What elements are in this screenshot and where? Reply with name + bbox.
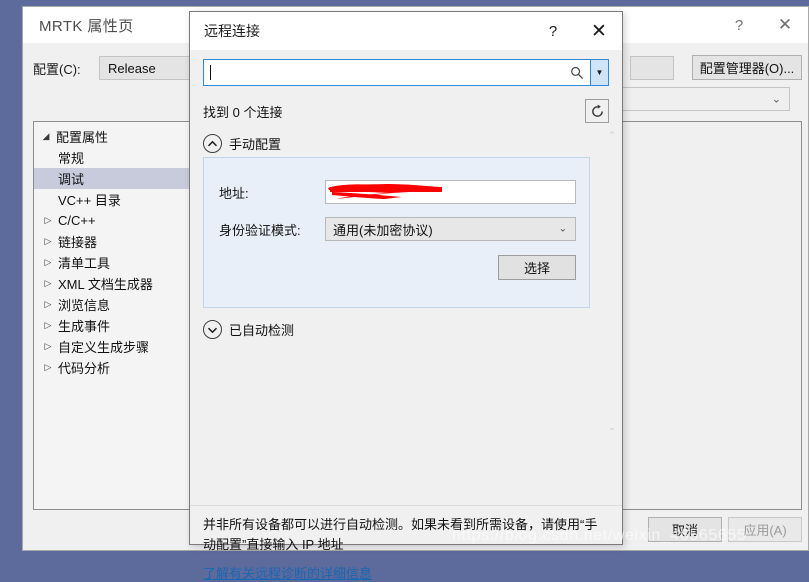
chevron-down-circle-icon — [203, 320, 222, 339]
tree-item-xml-doc-generator[interactable]: ▷ XML 文档生成器 — [34, 273, 212, 294]
remote-connection-dialog: 远程连接 ? ✕ ▼ 找到 0 个连接 ⌃ ⌄ 手动配置 地址: 身份验证模式:… — [189, 11, 623, 581]
tree-item-label: C/C++ — [58, 213, 96, 228]
tree-item-c-cpp[interactable]: ▷ C/C++ — [34, 210, 212, 231]
chevron-up-circle-icon — [203, 134, 222, 153]
auto-detected-expander[interactable]: 已自动检测 — [203, 320, 294, 339]
help-icon[interactable]: ? — [530, 12, 576, 50]
address-field[interactable] — [325, 180, 576, 204]
triangle-collapsed-icon[interactable]: ▷ — [40, 236, 56, 247]
content-scrollbar[interactable]: ⌃ ⌄ — [604, 128, 620, 434]
manual-config-label: 手动配置 — [229, 137, 282, 152]
search-dropdown-button[interactable]: ▼ — [590, 60, 608, 85]
auto-detected-label: 已自动检测 — [229, 323, 295, 338]
configuration-manager-button[interactable]: 配置管理器(O)... — [692, 55, 802, 80]
platform-select-small[interactable] — [630, 56, 674, 80]
tree-item-linker[interactable]: ▷ 链接器 — [34, 231, 212, 252]
tree-item-manifest-tool[interactable]: ▷ 清单工具 — [34, 252, 212, 273]
tree-item-vcpp-directories[interactable]: VC++ 目录 — [34, 189, 212, 210]
tree-item-code-analysis[interactable]: ▷ 代码分析 — [34, 357, 212, 378]
triangle-expanded-icon: ◢ — [42, 131, 50, 141]
manual-config-expander[interactable]: 手动配置 — [203, 134, 281, 153]
triangle-collapsed-icon[interactable]: ▷ — [40, 215, 56, 226]
triangle-collapsed-icon[interactable]: ▷ — [40, 320, 56, 331]
found-row: 找到 0 个连接 — [203, 98, 609, 124]
page-title: MRTK 属性页 — [39, 17, 134, 35]
tree-item-label: 清单工具 — [58, 256, 111, 271]
triangle-collapsed-icon[interactable]: ▷ — [40, 278, 56, 289]
triangle-collapsed-icon[interactable]: ▷ — [40, 299, 56, 310]
address-label: 地址: — [219, 185, 249, 201]
search-box[interactable]: ▼ — [203, 59, 609, 86]
address-row: 地址: — [219, 180, 576, 204]
chevron-down-icon: ▼ — [595, 68, 604, 77]
tree-item-label: 生成事件 — [58, 319, 111, 334]
configuration-label: 配置(C): — [33, 61, 81, 77]
tree-item-label: VC++ 目录 — [58, 193, 121, 208]
dialog-title: 远程连接 — [204, 23, 260, 39]
auth-mode-value: 通用(未加密协议) — [333, 222, 433, 238]
cancel-button[interactable]: 取消 — [648, 517, 722, 542]
tree-item-general[interactable]: 常规 — [34, 147, 212, 168]
triangle-collapsed-icon[interactable]: ▷ — [40, 257, 56, 268]
tree-item-build-events[interactable]: ▷ 生成事件 — [34, 315, 212, 336]
refresh-button[interactable] — [585, 99, 609, 123]
tree-item-label: 链接器 — [58, 235, 98, 250]
tree-item-configuration-properties[interactable]: ◢ 配置属性 — [34, 126, 212, 147]
properties-tree[interactable]: ◢ 配置属性 常规 调试 VC++ 目录 ▷ C/C++ ▷ 链接器 ▷ 清单工… — [33, 121, 213, 510]
close-icon[interactable]: ✕ — [762, 7, 808, 43]
select-button[interactable]: 选择 — [498, 255, 576, 280]
footer-divider — [190, 505, 622, 506]
redaction-mark — [328, 184, 442, 199]
scroll-up-icon[interactable]: ⌃ — [604, 128, 620, 142]
tree-item-label: 自定义生成步骤 — [58, 340, 150, 355]
triangle-collapsed-icon[interactable]: ▷ — [40, 341, 56, 352]
tree-item-label: 配置属性 — [56, 130, 109, 145]
text-caret — [210, 65, 211, 80]
tree-item-custom-build-step[interactable]: ▷ 自定义生成步骤 — [34, 336, 212, 357]
tree-item-label: 调试 — [58, 172, 85, 187]
tree-item-debugging[interactable]: 调试 — [34, 168, 212, 189]
apply-button[interactable]: 应用(A) — [728, 517, 802, 542]
tree-item-label: XML 文档生成器 — [58, 277, 153, 292]
configuration-value: Release — [108, 60, 156, 76]
auth-mode-row: 身份验证模式: 通用(未加密协议) ⌄ — [219, 217, 576, 241]
help-icon[interactable]: ? — [716, 7, 762, 43]
chevron-down-icon: ⌄ — [558, 223, 567, 235]
auth-mode-label: 身份验证模式: — [219, 222, 301, 238]
search-row: ▼ — [203, 59, 609, 86]
tree-item-label: 浏览信息 — [58, 298, 111, 313]
tree-item-browse-information[interactable]: ▷ 浏览信息 — [34, 294, 212, 315]
found-connections-text: 找到 0 个连接 — [203, 104, 283, 120]
close-icon[interactable]: ✕ — [576, 12, 622, 50]
scroll-down-icon[interactable]: ⌄ — [604, 420, 620, 434]
learn-more-link[interactable]: 了解有关远程诊断的详细信息 — [203, 563, 372, 582]
dialog-body: ▼ 找到 0 个连接 ⌃ ⌄ 手动配置 地址: 身份验证模式: 通用(未加密协议… — [190, 50, 622, 581]
chevron-down-icon: ⌄ — [771, 93, 781, 106]
triangle-collapsed-icon[interactable]: ▷ — [40, 362, 56, 373]
search-icon[interactable] — [564, 60, 590, 85]
property-pages-footer: 取消 应用(A) — [648, 517, 802, 542]
manual-config-panel: 地址: 身份验证模式: 通用(未加密协议) ⌄ 选择 — [203, 157, 590, 308]
tree-item-label: 代码分析 — [58, 361, 111, 376]
search-input[interactable] — [204, 60, 564, 85]
tree-item-label: 常规 — [58, 151, 85, 166]
dialog-titlebar: 远程连接 ? ✕ — [190, 12, 622, 50]
auth-mode-select[interactable]: 通用(未加密协议) ⌄ — [325, 217, 576, 241]
footer-note: 并非所有设备都可以进行自动检测。如果未看到所需设备，请使用“手动配置”直接输入 … — [203, 517, 598, 552]
